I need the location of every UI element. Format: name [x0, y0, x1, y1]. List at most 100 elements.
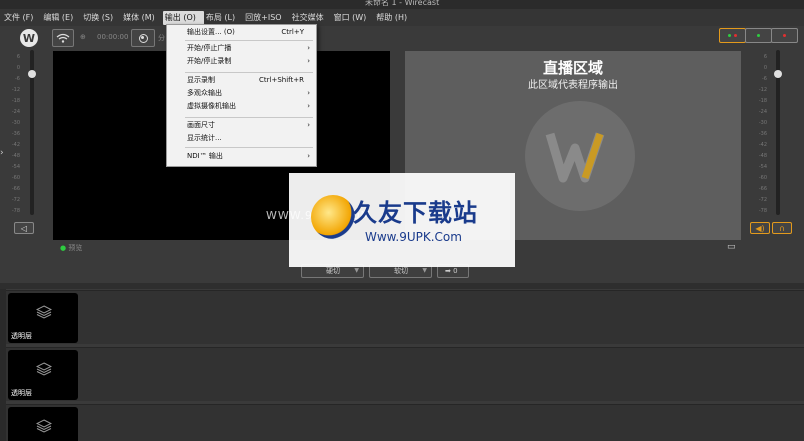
meter-scale-tick: 6 [16, 54, 20, 60]
toolbar-partial-label: 分 [158, 34, 165, 42]
menu-item-7[interactable]: 社交媒体 [290, 11, 332, 25]
menu-item-3[interactable]: 媒体 (M) [121, 11, 163, 25]
monitor-icon[interactable]: ▭ [727, 242, 736, 252]
speaker-icon: ◀) [755, 223, 765, 233]
wirecast-watermark-logo [525, 101, 635, 211]
left-audio-meter [20, 50, 36, 220]
meter-scale-tick: -66 [11, 186, 20, 192]
meter-scale-tick: -18 [11, 98, 20, 104]
mute-button-left[interactable]: ◁ [14, 222, 34, 234]
wirecast-logo: W [20, 29, 38, 47]
output-menu-item[interactable]: 开始/停止录制 › [167, 56, 316, 67]
output-menu-item[interactable]: 画面尺寸 › [167, 120, 316, 131]
chevron-right-icon: › [307, 57, 310, 65]
menu-item-4[interactable]: 输出 (O) [162, 10, 204, 25]
shot-thumbnail[interactable]: 透明层 [8, 293, 78, 343]
green-dot-icon [757, 34, 760, 37]
headphones-icon: ∩ [779, 223, 785, 233]
meter-scale-tick: -12 [11, 87, 20, 93]
output-menu-item[interactable]: 多观众输出 › [167, 88, 316, 99]
output-menu-item[interactable]: 开始/停止广播 › [167, 43, 316, 54]
broadcast-timecode: 00:00:00 [97, 33, 129, 41]
output-menu-item-label: 虚拟摄像机输出 [187, 102, 236, 110]
layout-button-preview-program[interactable] [719, 28, 746, 43]
output-menu-item-label: 输出设置... (O) [187, 28, 235, 36]
output-menu: 输出设置... (O) Ctrl+Y 开始/停止广播 › 开始/停止录制 › 显示录制 Ctr… [166, 24, 317, 167]
watermark-banner: 久友下载站 Www.9UPK.Com [289, 173, 515, 267]
chevron-right-icon: › [307, 44, 310, 52]
menu-separator [185, 117, 313, 118]
menu-item-5[interactable]: 布局 (L) [204, 11, 243, 25]
collapse-arrow-icon[interactable]: › [0, 148, 4, 158]
menu-separator [185, 40, 313, 41]
menu-item-6[interactable]: 回放+ISO [243, 11, 289, 25]
layer-lane: 透明层 [6, 347, 804, 401]
volume-slider-knob[interactable] [774, 70, 782, 78]
go-button-label: ➡ 0 [445, 267, 458, 275]
menu-bar: 文件 (F) 编辑 (E) 切换 (S) 媒体 (M) 输出 (O) 布局 (L) 回放+I… [0, 9, 804, 26]
meter-scale-tick: 0 [16, 65, 20, 71]
preview-status: ● 预览 [60, 243, 82, 253]
output-menu-item-label: 开始/停止广播 [187, 44, 232, 52]
window-title: 未命名 1 - Wirecast [365, 0, 440, 7]
red-dot-icon [783, 34, 786, 37]
right-audio-meter [766, 50, 782, 220]
meter-scale-tick: -60 [11, 175, 20, 181]
menu-item-1[interactable]: 编辑 (E) [41, 11, 81, 25]
meter-scale-tick: -42 [11, 142, 20, 148]
meter-scale-tick: -36 [11, 131, 20, 137]
shot-thumbnail[interactable]: 透明层 [8, 350, 78, 400]
shot-thumbnail[interactable]: 透明层 [8, 407, 78, 441]
layer-lane: 透明层 [6, 290, 804, 344]
speaker-button[interactable]: ◀) [750, 222, 770, 234]
layout-button-program[interactable] [771, 28, 798, 43]
headphones-button[interactable]: ∩ [772, 222, 792, 234]
wifi-icon [56, 33, 70, 43]
meter-scale-tick: -6 [15, 76, 20, 82]
output-menu-item[interactable]: 显示统计... [167, 133, 316, 144]
title-bar: 未命名 1 - Wirecast [0, 0, 804, 9]
output-menu-item-label: 画面尺寸 [187, 121, 215, 129]
record-icon [138, 33, 148, 43]
chevron-down-icon: ▼ [354, 267, 359, 274]
cut-select-label: 硬切 [326, 267, 340, 275]
meter-scale-tick: -30 [11, 120, 20, 126]
output-menu-item-label: 显示录制 [187, 76, 215, 84]
preview-status-label: 预览 [68, 244, 83, 252]
menu-item-8[interactable]: 窗口 (W) [332, 11, 375, 25]
meter-scale-tick: -54 [11, 164, 20, 170]
chevron-right-icon: › [307, 121, 310, 129]
output-menu-item[interactable]: 输出设置... (O) Ctrl+Y [167, 27, 316, 38]
red-dot-icon [734, 34, 737, 37]
chevron-right-icon: › [307, 89, 310, 97]
output-menu-item[interactable]: 显示录制 Ctrl+Shift+R [167, 75, 316, 86]
menu-item-2[interactable]: 切换 (S) [81, 11, 121, 25]
output-menu-item-label: 显示统计... [187, 134, 222, 142]
meter-scale-tick: -24 [11, 109, 20, 115]
layout-button-preview[interactable] [745, 28, 772, 43]
output-menu-item-label: 开始/停止录制 [187, 57, 232, 65]
program-subtitle: 此区域代表程序输出 [528, 80, 618, 91]
menu-shortcut: Ctrl+Shift+R [259, 76, 304, 84]
meter-scale-tick: -78 [11, 208, 20, 214]
volume-slider-knob[interactable] [28, 70, 36, 78]
shot-label: 透明层 [11, 389, 32, 397]
chevron-right-icon: › [307, 152, 310, 160]
watermark-logo-icon [311, 195, 355, 239]
output-menu-item-label: 多观众输出 [187, 89, 222, 97]
green-dot-icon: ● [60, 244, 67, 252]
output-menu-item[interactable]: NDI™ 输出 › [167, 151, 316, 162]
wifi-button[interactable] [52, 29, 74, 47]
left-meter-scale: 6 0 -6 -12 -18 -24 -30 -36 -42 -48 -54 -60 -66 -72 -78 [10, 52, 20, 217]
menu-item-9[interactable]: 帮助 (H) [374, 11, 415, 25]
watermark-url: Www.9UPK.Com [365, 230, 462, 244]
menu-item-0[interactable]: 文件 (F) [2, 11, 41, 25]
watermark-brand: 久友下载站 [353, 199, 478, 227]
wirecast-w-icon [545, 132, 605, 183]
output-menu-item[interactable]: 虚拟摄像机输出 › [167, 101, 316, 112]
layer-lane: 透明层 [6, 404, 804, 441]
program-title: 直播区域 [542, 59, 603, 77]
chevron-down-icon: ▼ [422, 267, 427, 274]
menu-shortcut: Ctrl+Y [281, 28, 304, 36]
record-button[interactable] [131, 29, 155, 47]
